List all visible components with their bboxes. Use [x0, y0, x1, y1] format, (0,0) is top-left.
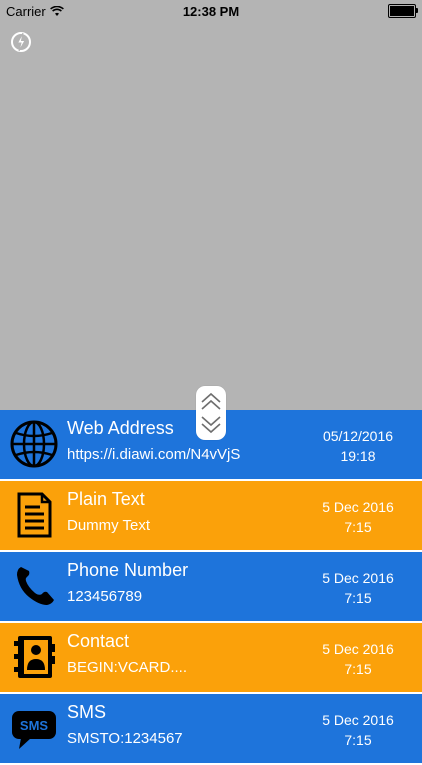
status-right	[388, 4, 422, 18]
globe-icon	[10, 420, 58, 468]
phone-icon	[17, 567, 54, 605]
chevron-up-down-icon	[201, 392, 221, 434]
history-item-content: https://i.diawi.com/N4vVjS	[67, 446, 241, 463]
history-item-title: Contact	[67, 631, 130, 651]
history-item-content: Dummy Text	[67, 517, 151, 534]
scan-history-list: Web Address https://i.diawi.com/N4vVjS 0…	[0, 410, 422, 765]
document-icon	[17, 492, 52, 538]
history-item-date: 5 Dec 2016	[322, 641, 394, 657]
history-item-date: 5 Dec 2016	[322, 570, 394, 586]
history-item-title: SMS	[67, 702, 107, 722]
history-item-time: 19:18	[340, 448, 376, 464]
history-item-title: Web Address	[67, 418, 174, 438]
history-item-content: BEGIN:VCARD....	[67, 659, 188, 676]
camera-preview	[0, 22, 422, 410]
battery-fill	[390, 6, 414, 16]
history-item-date: 5 Dec 2016	[322, 712, 394, 728]
status-left: Carrier	[0, 4, 64, 19]
flash-icon	[11, 32, 31, 52]
history-row-phone-number[interactable]: Phone Number 123456789 5 Dec 2016 7:15	[0, 552, 422, 623]
history-item-time: 7:15	[344, 590, 372, 606]
history-row-sms[interactable]: SMS SMS SMSTO:1234567 5 Dec 2016 7:15	[0, 694, 422, 765]
contact-book-icon	[14, 636, 55, 678]
history-item-time: 7:15	[344, 732, 372, 748]
carrier-label: Carrier	[6, 3, 46, 19]
history-item-title: Plain Text	[67, 489, 145, 509]
history-item-title: Phone Number	[67, 560, 189, 580]
history-row-plain-text[interactable]: Plain Text Dummy Text 5 Dec 2016 7:15	[0, 481, 422, 552]
status-bar: Carrier 12:38 PM	[0, 0, 422, 22]
wifi-icon	[49, 5, 64, 16]
history-item-content: SMSTO:1234567	[67, 730, 183, 747]
flash-toggle-button[interactable]	[9, 30, 33, 54]
battery-icon	[388, 4, 418, 18]
drawer-drag-handle[interactable]	[196, 386, 226, 440]
history-item-date: 05/12/2016	[322, 428, 394, 444]
sms-icon: SMS	[12, 711, 56, 749]
history-item-date: 5 Dec 2016	[322, 499, 394, 515]
history-item-time: 7:15	[344, 519, 372, 535]
sms-icon-label: SMS	[20, 718, 49, 733]
history-item-time: 7:15	[344, 661, 372, 677]
history-row-contact[interactable]: Contact BEGIN:VCARD.... 5 Dec 2016 7:15	[0, 623, 422, 694]
history-item-content: 123456789	[67, 588, 143, 605]
